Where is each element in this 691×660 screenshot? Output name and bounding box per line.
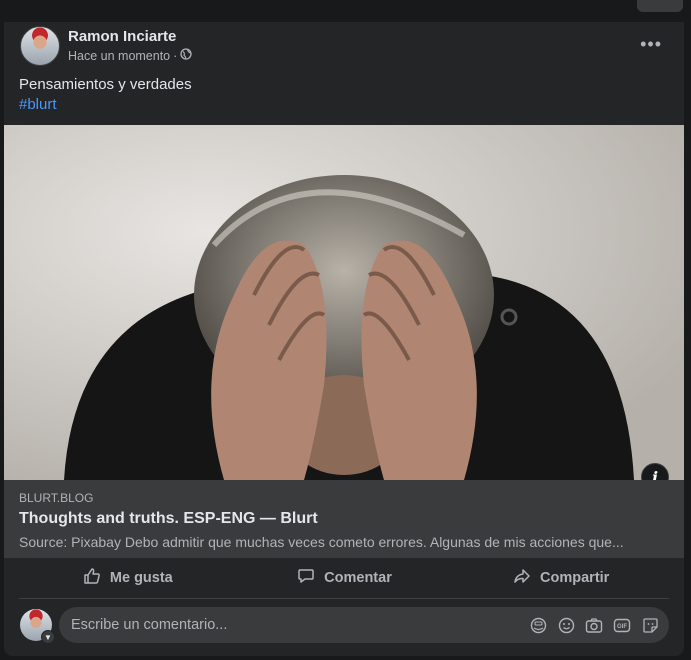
post-time[interactable]: Hace un momento <box>68 49 170 63</box>
like-label: Me gusta <box>109 570 173 586</box>
comment-icon <box>296 566 316 590</box>
author-name[interactable]: Ramon Inciarte <box>68 28 176 45</box>
comment-box: GIF <box>59 607 669 643</box>
more-icon[interactable]: ••• <box>640 34 662 55</box>
comment-label: Comentar <box>324 570 392 586</box>
post-message: Pensamientos y verdades <box>19 76 192 93</box>
hashtag-link[interactable]: #blurt <box>19 95 192 115</box>
action-bar: Me gusta Comentar Compartir <box>19 558 669 599</box>
link-description: Source: Pixabay Debo admitir que muchas … <box>19 534 624 550</box>
camera-icon[interactable] <box>585 616 603 634</box>
emoji-icon[interactable] <box>557 616 575 634</box>
comment-composer: ▼ GIF <box>4 606 684 646</box>
comment-button[interactable]: Comentar <box>236 558 453 598</box>
post-header: Ramon Inciarte Hace un momento · ••• <box>4 22 684 72</box>
meta-separator: · <box>173 48 178 63</box>
like-icon <box>82 566 102 590</box>
link-title[interactable]: Thoughts and truths. ESP-ENG — Blurt <box>19 510 318 528</box>
top-menu-button[interactable] <box>637 0 683 12</box>
share-icon <box>512 566 532 590</box>
post-meta: Hace un momento · <box>68 48 192 63</box>
comment-tools: GIF <box>529 616 669 634</box>
image-illustration <box>4 125 684 480</box>
globe-icon[interactable] <box>180 48 192 63</box>
svg-text:GIF: GIF <box>617 624 627 630</box>
share-button[interactable]: Compartir <box>452 558 669 598</box>
sticker-icon[interactable] <box>641 616 659 634</box>
gif-icon[interactable]: GIF <box>613 616 631 634</box>
link-preview[interactable]: BLURT.BLOG Thoughts and truths. ESP-ENG … <box>4 480 684 558</box>
link-domain: BLURT.BLOG <box>19 491 94 505</box>
author-avatar[interactable] <box>20 26 60 66</box>
post-text: Pensamientos y verdades #blurt <box>19 75 192 115</box>
like-button[interactable]: Me gusta <box>19 558 236 598</box>
comment-input[interactable] <box>69 616 529 634</box>
share-label: Compartir <box>540 570 610 586</box>
post-card: Ramon Inciarte Hace un momento · ••• Pen… <box>4 22 684 656</box>
avatar-sticker-icon[interactable] <box>529 616 547 634</box>
post-image[interactable] <box>4 125 684 480</box>
chevron-down-icon[interactable]: ▼ <box>41 630 55 644</box>
